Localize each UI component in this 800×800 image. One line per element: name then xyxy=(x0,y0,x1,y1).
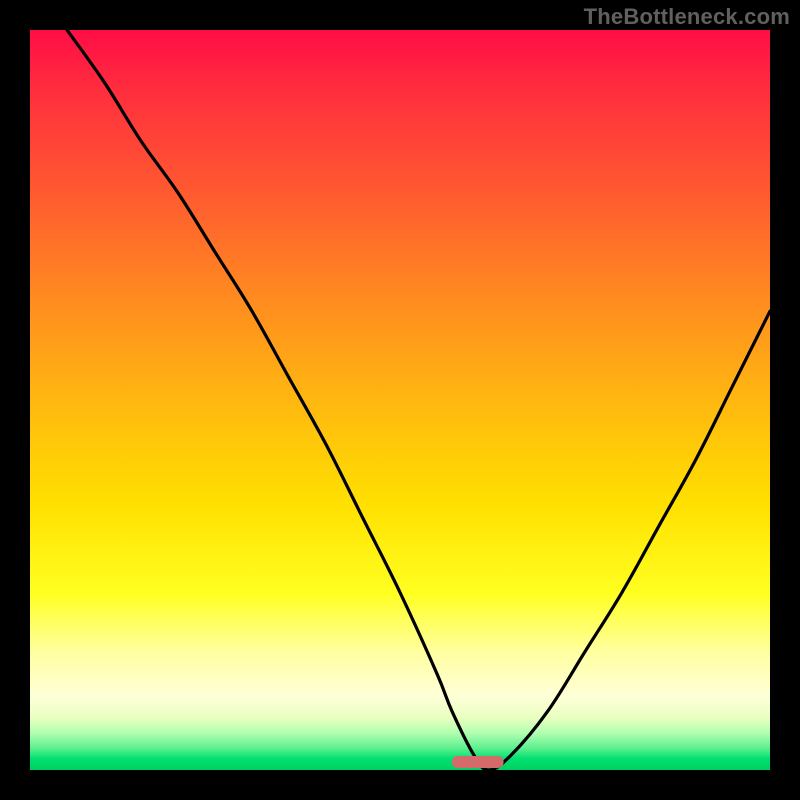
chart-frame: TheBottleneck.com xyxy=(0,0,800,800)
plot-area xyxy=(30,30,770,770)
bottleneck-curve xyxy=(67,30,770,770)
watermark-text: TheBottleneck.com xyxy=(584,4,790,30)
chart-svg xyxy=(30,30,770,770)
optimal-marker xyxy=(452,756,504,768)
